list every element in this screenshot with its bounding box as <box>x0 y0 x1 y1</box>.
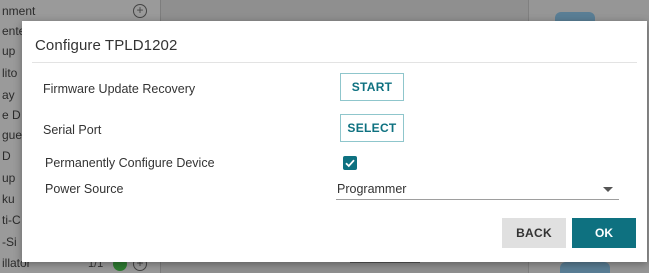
configure-dialog: Configure TPLD1202 Firmware Update Recov… <box>22 21 647 262</box>
chevron-down-icon <box>603 187 613 192</box>
bg-schematic-wire <box>350 262 420 271</box>
bg-list-item: nment <box>2 4 36 18</box>
bg-list-item: e D <box>2 108 21 122</box>
serial-port-label: Serial Port <box>43 123 102 137</box>
bg-list-item: D <box>2 149 11 163</box>
add-icon: + <box>133 4 147 18</box>
bg-list-item: up <box>2 171 16 185</box>
bg-list-item: ku <box>2 192 15 206</box>
power-source-select[interactable]: Programmer <box>336 180 619 200</box>
select-serial-port-button[interactable]: SELECT <box>340 114 404 142</box>
firmware-recovery-label: Firmware Update Recovery <box>43 82 196 96</box>
bg-list-item: gue <box>2 128 23 142</box>
start-button[interactable]: START <box>340 73 404 101</box>
dialog-title: Configure TPLD1202 <box>35 37 178 54</box>
bg-block <box>560 262 610 273</box>
ok-button[interactable]: OK <box>572 218 636 248</box>
checkmark-icon <box>345 159 355 168</box>
power-source-label: Power Source <box>45 182 124 196</box>
permanently-configure-checkbox[interactable] <box>343 156 357 170</box>
title-divider <box>32 62 637 63</box>
power-source-value: Programmer <box>337 182 407 196</box>
bg-list-item: ti-C <box>2 213 21 227</box>
bg-list-item: ay <box>2 88 15 102</box>
bg-list-item: up <box>2 44 16 58</box>
bg-list-item: lito <box>2 66 18 80</box>
bg-list-item: -Si <box>2 235 17 249</box>
permanently-configure-label: Permanently Configure Device <box>45 156 215 170</box>
back-button[interactable]: BACK <box>502 218 566 248</box>
